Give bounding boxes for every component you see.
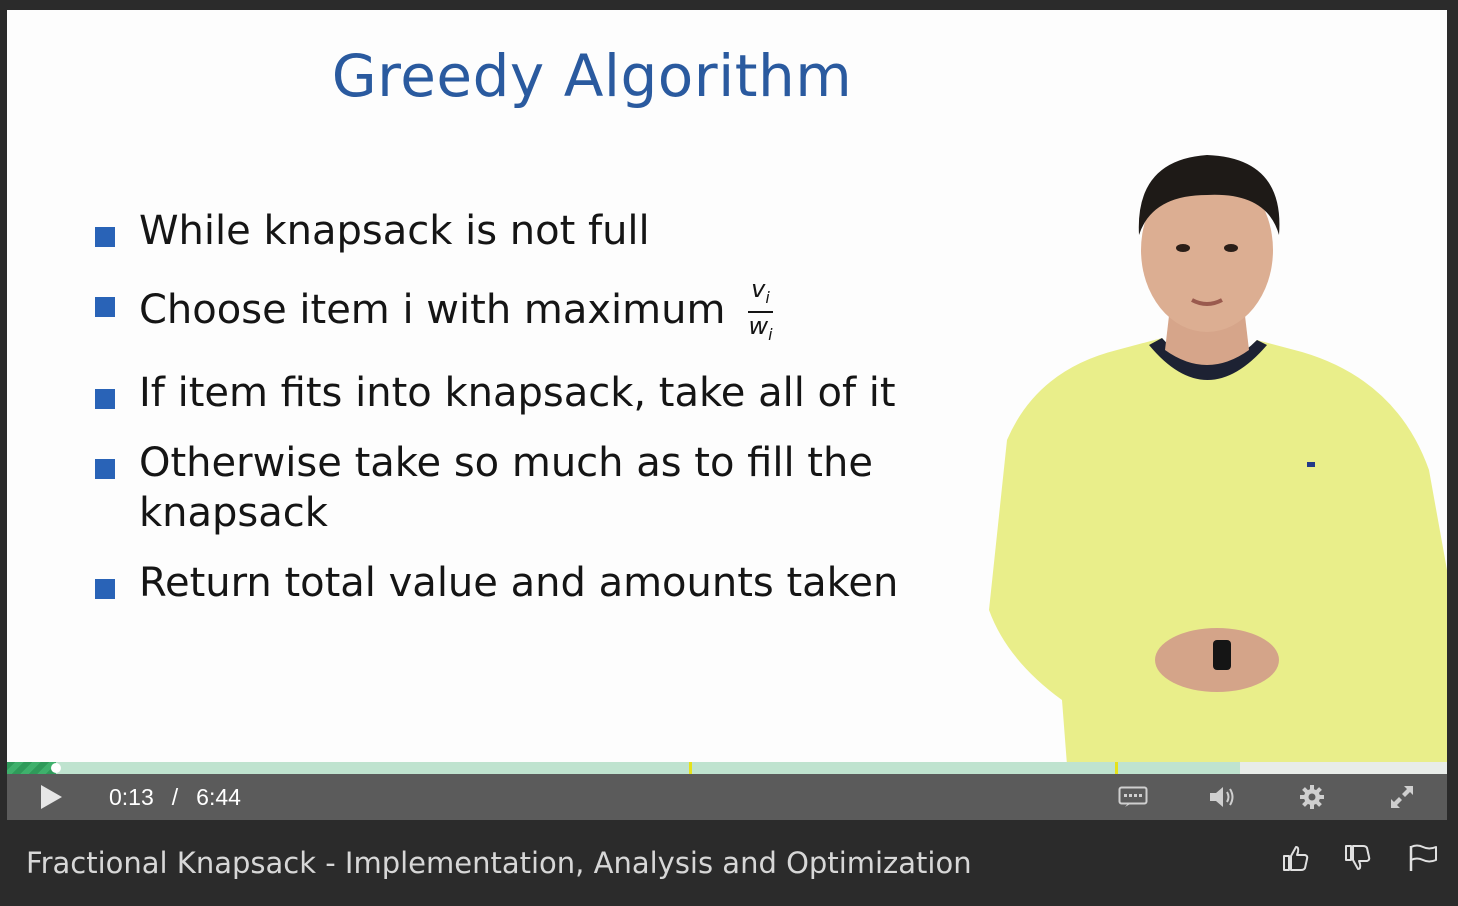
time-separator: /	[171, 783, 179, 810]
fraction-denominator: wi	[748, 311, 773, 344]
bullet-square-icon	[95, 297, 115, 317]
bullet-square-icon	[95, 227, 115, 247]
volume-button[interactable]	[1201, 774, 1245, 820]
progress-bar[interactable]	[7, 762, 1447, 774]
duration: 6:44	[196, 783, 241, 810]
settings-button[interactable]	[1290, 774, 1334, 820]
ratio-fraction: vi wi	[748, 276, 773, 348]
slide-bullet: Choose item i with maximum vi wi	[93, 276, 973, 348]
captions-icon	[1118, 786, 1148, 807]
slide-bullet: If item fits into knapsack, take all of …	[93, 368, 973, 418]
play-icon	[41, 785, 62, 809]
like-button[interactable]	[1275, 838, 1315, 878]
bullet-square-icon	[95, 578, 115, 599]
fraction-numerator: vi	[748, 276, 773, 313]
video-player[interactable]: Greedy Algorithm While knapsack is not f…	[7, 10, 1447, 820]
time-display: 0:13 / 6:44	[109, 774, 241, 820]
fullscreen-button[interactable]	[1380, 774, 1424, 820]
current-time: 0:13	[109, 783, 154, 810]
thumbs-up-icon	[1283, 846, 1309, 871]
gear-icon	[1300, 785, 1324, 809]
cue-marker[interactable]	[1114, 762, 1118, 774]
slide-bullet: Return total value and amounts taken	[93, 558, 973, 608]
bullet-square-icon	[95, 458, 115, 479]
play-button[interactable]	[29, 774, 73, 820]
dislike-button[interactable]	[1337, 838, 1377, 878]
slide-bullet: Otherwise take so much as to fill the kn…	[93, 438, 973, 538]
captions-button[interactable]	[1111, 774, 1155, 820]
presenter-figure	[989, 155, 1447, 765]
thumbs-down-icon	[1345, 845, 1371, 870]
played-range	[7, 762, 56, 774]
volume-icon	[1210, 787, 1234, 807]
bullet-square-icon	[95, 388, 115, 409]
video-title: Fractional Knapsack - Implementation, An…	[26, 846, 972, 880]
video-info-bar: Fractional Knapsack - Implementation, An…	[7, 820, 1447, 894]
scrub-handle[interactable]	[50, 763, 61, 773]
control-bar: 0:13 / 6:44	[7, 774, 1447, 820]
fullscreen-icon	[1391, 786, 1413, 808]
cue-marker[interactable]	[688, 762, 692, 774]
slide-title: Greedy Algorithm	[331, 42, 853, 110]
flag-button[interactable]	[1403, 838, 1443, 878]
flag-icon	[1409, 844, 1437, 871]
slide-bullet-list: While knapsack is not full Choose item i…	[93, 206, 973, 628]
buffered-range	[7, 762, 1240, 774]
video-frame[interactable]: Greedy Algorithm While knapsack is not f…	[7, 10, 1447, 765]
slide-bullet: While knapsack is not full	[93, 206, 973, 256]
